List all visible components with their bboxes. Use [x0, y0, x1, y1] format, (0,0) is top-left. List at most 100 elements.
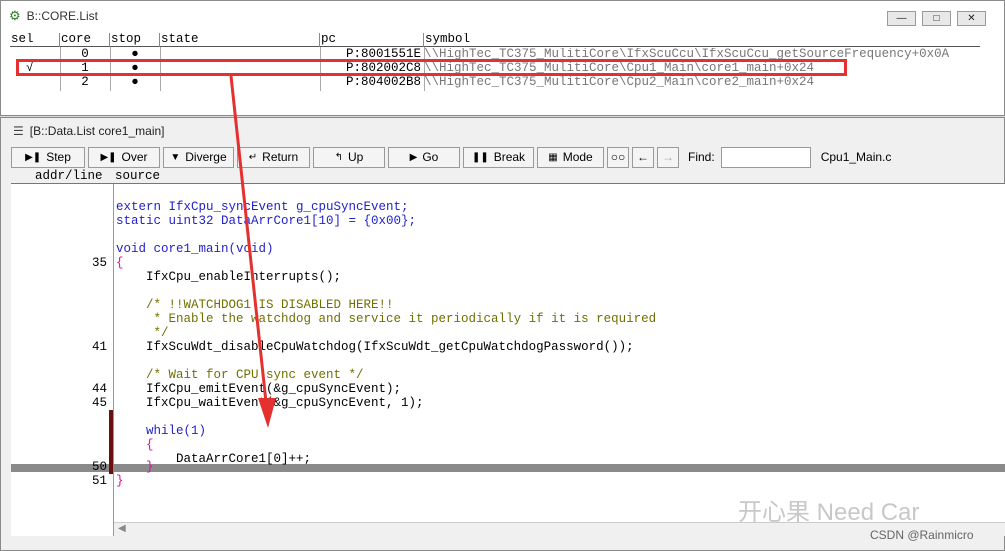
maximize-button[interactable]: □ — [922, 11, 951, 26]
back-button[interactable]: ← — [632, 146, 654, 168]
diverge-button[interactable]: ▼ Diverge — [163, 146, 234, 168]
source-line[interactable]: /* !!WATCHDOG1 IS DISABLED HERE!! — [11, 298, 1005, 312]
source-line[interactable]: 35 { — [11, 256, 1005, 270]
over-button[interactable]: ▶❚ Over — [88, 146, 160, 168]
source-text: } — [116, 460, 154, 474]
back-arrow-icon: ← — [637, 150, 649, 164]
col-stop[interactable]: stop — [110, 33, 160, 47]
source-text: void core1_main(void) — [116, 242, 274, 256]
step-button[interactable]: ▶❚ Step — [11, 146, 85, 168]
source-line[interactable]: 45 IfxCpu_waitEvent(&g_cpuSyncEvent, 1); — [11, 396, 1005, 410]
core-table-header: sel core stop state pc symbol — [10, 33, 980, 47]
source-text: * Enable the watchdog and service it per… — [116, 312, 657, 326]
line-number: 41 — [91, 340, 107, 354]
network-icon: ⚙ — [9, 8, 21, 23]
mode-icon: ▦ — [548, 151, 558, 163]
col-addr-line[interactable]: addr/line — [35, 169, 103, 183]
row-symbol: \\HighTec_TC375_MulitiCore\IfxScuCcu\Ifx… — [424, 48, 950, 61]
breakpoint-marker[interactable] — [109, 424, 113, 438]
core-row-selected[interactable]: √ 1 ● P:802002C8 \\HighTec_TC375_MulitiC… — [10, 62, 980, 76]
row-pc: P:8001551E — [345, 48, 421, 61]
row-symbol: \\HighTec_TC375_MulitiCore\Cpu2_Main\cor… — [424, 76, 815, 89]
breakpoint-marker[interactable] — [109, 410, 113, 424]
core-list-title: B::CORE.List — [26, 9, 99, 23]
breakpoint-marker[interactable] — [109, 438, 113, 452]
source-line[interactable] — [11, 284, 1005, 298]
stop-dot-icon: ● — [131, 48, 139, 61]
source-text: IfxScuWdt_disableCpuWatchdog(IfxScuWdt_g… — [116, 340, 634, 354]
close-button[interactable]: ✕ — [957, 11, 986, 26]
up-button[interactable]: ↰ Up — [313, 146, 385, 168]
source-line[interactable]: * Enable the watchdog and service it per… — [11, 312, 1005, 326]
source-line[interactable]: static uint32 DataArrCore1[10] = {0x00}; — [11, 214, 1005, 228]
glasses-button[interactable]: ○○ — [607, 146, 629, 168]
list-icon: ☰ — [13, 124, 24, 138]
line-number: 35 — [91, 256, 107, 270]
row-state — [160, 62, 320, 76]
source-text: { — [116, 256, 124, 270]
source-line[interactable]: 51} — [11, 474, 1005, 488]
source-text: /* !!WATCHDOG1 IS DISABLED HERE!! — [116, 298, 394, 312]
go-button[interactable]: ▶ Go — [388, 146, 460, 168]
row-sel — [10, 76, 60, 90]
source-text: IfxCpu_emitEvent(&g_cpuSyncEvent); — [116, 382, 402, 396]
source-line[interactable]: 41 IfxScuWdt_disableCpuWatchdog(IfxScuWd… — [11, 340, 1005, 354]
step-icon: ▶❚ — [25, 151, 42, 163]
col-core[interactable]: core — [60, 33, 110, 47]
return-button[interactable]: ↵ Return — [237, 146, 310, 168]
core-table: sel core stop state pc symbol 0 ● P:8001… — [10, 33, 980, 113]
source-listing[interactable]: ◀ extern IfxCpu_syncEvent g_cpuSyncEvent… — [11, 184, 1005, 536]
source-line[interactable]: { — [11, 438, 1005, 452]
breakpoint-marker[interactable] — [109, 460, 113, 474]
find-label: Find: — [688, 150, 715, 164]
row-core: 0 — [81, 48, 89, 61]
minimize-button[interactable]: — — [887, 11, 916, 26]
source-line[interactable]: 50 } — [11, 460, 1005, 474]
find-input[interactable] — [720, 146, 811, 168]
forward-button[interactable]: → — [657, 146, 679, 168]
line-number: 50 — [91, 460, 107, 474]
source-line[interactable]: void core1_main(void) — [11, 242, 1005, 256]
source-line[interactable]: 44 IfxCpu_emitEvent(&g_cpuSyncEvent); — [11, 382, 1005, 396]
row-symbol: \\HighTec_TC375_MulitiCore\Cpu1_Main\cor… — [424, 62, 815, 75]
source-line[interactable]: extern IfxCpu_syncEvent g_cpuSyncEvent; — [11, 200, 1005, 214]
diverge-icon: ▼ — [170, 151, 181, 163]
data-list-title: [B::Data.List core1_main] — [29, 124, 165, 138]
source-text: while(1) — [116, 424, 207, 438]
break-button[interactable]: ❚❚ Break — [463, 146, 534, 168]
source-line[interactable] — [11, 186, 1005, 200]
col-source[interactable]: source — [115, 169, 160, 183]
row-core: 1 — [81, 62, 89, 75]
forward-arrow-icon: → — [662, 150, 674, 164]
pause-icon: ❚❚ — [471, 151, 489, 163]
data-list-titlebar: ☰ [B::Data.List core1_main] — [1, 118, 1004, 144]
source-line[interactable]: while(1) — [11, 424, 1005, 438]
over-icon: ▶❚ — [100, 151, 117, 163]
source-line[interactable] — [11, 410, 1005, 424]
return-icon: ↵ — [248, 151, 258, 163]
col-state[interactable]: state — [160, 33, 320, 47]
debug-toolbar: ▶❚ Step ▶❚ Over ▼ Diverge ↵ Return ↰ Up ▶ Go ❚… — [11, 146, 891, 168]
source-line[interactable]: /* Wait for CPU sync event */ — [11, 368, 1005, 382]
core-list-window: ⚙ B::CORE.List — □ ✕ sel core stop state… — [0, 0, 1005, 116]
source-line[interactable]: */ — [11, 326, 1005, 340]
col-sel[interactable]: sel — [10, 33, 60, 47]
mode-button[interactable]: ▦ Mode — [537, 146, 604, 168]
col-symbol[interactable]: symbol — [424, 33, 980, 47]
source-text: */ — [116, 326, 169, 340]
source-text: static uint32 DataArrCore1[10] = {0x00}; — [116, 214, 417, 228]
data-list-window: ☰ [B::Data.List core1_main] ▶❚ Step ▶❚ Ove… — [0, 117, 1005, 551]
source-line[interactable]: IfxCpu_enableInterrupts(); — [11, 270, 1005, 284]
source-text: /* Wait for CPU sync event */ — [116, 368, 364, 382]
core-row[interactable]: 2 ● P:804002B8 \\HighTec_TC375_MulitiCor… — [10, 76, 980, 90]
col-pc[interactable]: pc — [320, 33, 424, 47]
core-row[interactable]: 0 ● P:8001551E \\HighTec_TC375_MulitiCor… — [10, 48, 980, 62]
data-list-header: addr/line source — [11, 169, 1005, 184]
stop-dot-icon: ● — [131, 76, 139, 89]
source-line[interactable] — [11, 354, 1005, 368]
line-number: 51 — [91, 474, 107, 488]
source-line[interactable] — [11, 228, 1005, 242]
line-number: 45 — [91, 396, 107, 410]
glasses-icon: ○○ — [610, 150, 626, 164]
row-sel — [10, 48, 60, 62]
